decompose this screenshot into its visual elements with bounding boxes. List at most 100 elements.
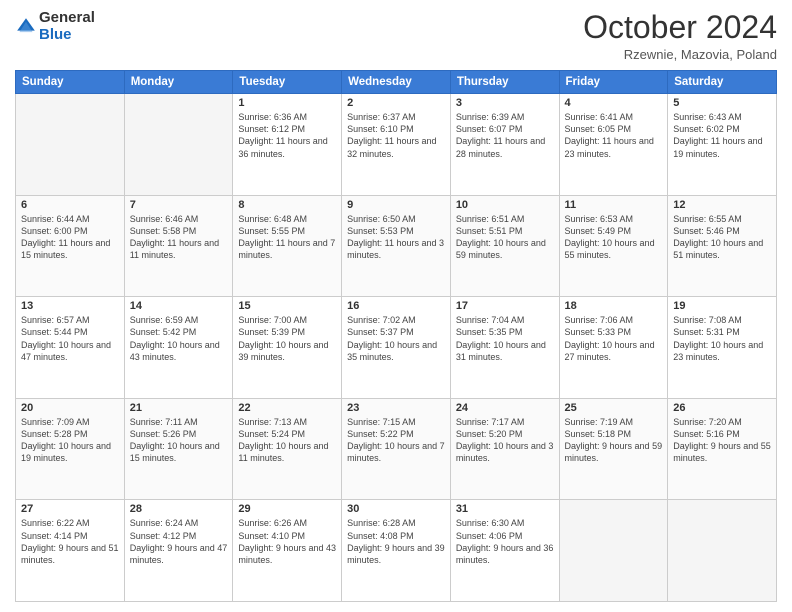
day-cell: 17 Sunrise: 7:04 AMSunset: 5:35 PMDayligh… [450,297,559,399]
day-cell: 2 Sunrise: 6:37 AMSunset: 6:10 PMDaylight… [342,94,451,196]
day-number: 3 [456,97,554,109]
day-number: 29 [238,503,336,515]
day-header-monday: Monday [124,71,233,94]
day-info: Sunrise: 6:46 AMSunset: 5:58 PMDaylight:… [130,213,228,262]
day-info: Sunrise: 6:50 AMSunset: 5:53 PMDaylight:… [347,213,445,262]
day-info: Sunrise: 6:37 AMSunset: 6:10 PMDaylight:… [347,111,445,160]
day-info: Sunrise: 6:44 AMSunset: 6:00 PMDaylight:… [21,213,119,262]
day-info: Sunrise: 6:51 AMSunset: 5:51 PMDaylight:… [456,213,554,262]
day-cell: 4Sunrise: 6:41 AMSunset: 6:05 PMDaylight… [559,94,668,196]
day-number: 27 [21,503,119,515]
day-cell: 3 Sunrise: 6:39 AMSunset: 6:07 PMDaylight… [450,94,559,196]
day-number: 19 [673,300,771,312]
day-info: Sunrise: 6:26 AMSunset: 4:10 PMDaylight:… [238,517,336,566]
day-number: 17 [456,300,554,312]
day-number: 16 [347,300,445,312]
day-info: Sunrise: 6:55 AMSunset: 5:46 PMDaylight:… [673,213,771,262]
day-number: 8 [238,199,336,211]
day-cell [16,94,125,196]
day-cell: 5Sunrise: 6:43 AMSunset: 6:02 PMDaylight… [668,94,777,196]
day-cell: 26 Sunrise: 7:20 AMSunset: 5:16 PMDayligh… [668,398,777,500]
day-info: Sunrise: 7:11 AMSunset: 5:26 PMDaylight:… [130,416,228,465]
day-info: Sunrise: 7:09 AMSunset: 5:28 PMDaylight:… [21,416,119,465]
day-info: Sunrise: 7:06 AMSunset: 5:33 PMDaylight:… [565,314,663,363]
day-cell: 18 Sunrise: 7:06 AMSunset: 5:33 PMDayligh… [559,297,668,399]
day-number: 11 [565,199,663,211]
week-row-4: 20 Sunrise: 7:09 AMSunset: 5:28 PMDayligh… [16,398,777,500]
day-cell [559,500,668,602]
day-cell: 11 Sunrise: 6:53 AMSunset: 5:49 PMDayligh… [559,195,668,297]
day-info: Sunrise: 7:04 AMSunset: 5:35 PMDaylight:… [456,314,554,363]
day-cell: 19 Sunrise: 7:08 AMSunset: 5:31 PMDayligh… [668,297,777,399]
calendar-table: SundayMondayTuesdayWednesdayThursdayFrid… [15,70,777,602]
day-cell: 25Sunrise: 7:19 AMSunset: 5:18 PMDayligh… [559,398,668,500]
day-info: Sunrise: 7:19 AMSunset: 5:18 PMDaylight:… [565,416,663,465]
day-number: 30 [347,503,445,515]
day-cell: 1Sunrise: 6:36 AMSunset: 6:12 PMDaylight… [233,94,342,196]
day-cell: 30 Sunrise: 6:28 AMSunset: 4:08 PMDayligh… [342,500,451,602]
days-header-row: SundayMondayTuesdayWednesdayThursdayFrid… [16,71,777,94]
day-info: Sunrise: 7:08 AMSunset: 5:31 PMDaylight:… [673,314,771,363]
week-row-1: 1Sunrise: 6:36 AMSunset: 6:12 PMDaylight… [16,94,777,196]
day-cell: 15Sunrise: 7:00 AMSunset: 5:39 PMDayligh… [233,297,342,399]
day-header-tuesday: Tuesday [233,71,342,94]
day-cell: 14Sunrise: 6:59 AMSunset: 5:42 PMDayligh… [124,297,233,399]
day-cell [668,500,777,602]
day-info: Sunrise: 6:48 AMSunset: 5:55 PMDaylight:… [238,213,336,262]
day-cell: 28Sunrise: 6:24 AMSunset: 4:12 PMDayligh… [124,500,233,602]
day-number: 2 [347,97,445,109]
calendar-page: General Blue October 2024 Rzewnie, Mazov… [0,0,792,612]
day-number: 28 [130,503,228,515]
day-cell: 27 Sunrise: 6:22 AMSunset: 4:14 PMDayligh… [16,500,125,602]
day-number: 26 [673,402,771,414]
logo-blue-text: Blue [39,26,72,43]
day-info: Sunrise: 7:15 AMSunset: 5:22 PMDaylight:… [347,416,445,465]
page-header: General Blue October 2024 Rzewnie, Mazov… [15,10,777,62]
day-number: 1 [238,97,336,109]
day-info: Sunrise: 6:39 AMSunset: 6:07 PMDaylight:… [456,111,554,160]
day-info: Sunrise: 7:17 AMSunset: 5:20 PMDaylight:… [456,416,554,465]
day-cell: 29 Sunrise: 6:26 AMSunset: 4:10 PMDayligh… [233,500,342,602]
day-info: Sunrise: 6:30 AMSunset: 4:06 PMDaylight:… [456,517,554,566]
day-cell: 6 Sunrise: 6:44 AMSunset: 6:00 PMDaylight… [16,195,125,297]
day-info: Sunrise: 7:02 AMSunset: 5:37 PMDaylight:… [347,314,445,363]
day-info: Sunrise: 6:59 AMSunset: 5:42 PMDaylight:… [130,314,228,363]
day-cell: 16 Sunrise: 7:02 AMSunset: 5:37 PMDayligh… [342,297,451,399]
day-number: 20 [21,402,119,414]
day-info: Sunrise: 6:22 AMSunset: 4:14 PMDaylight:… [21,517,119,566]
day-cell: 24 Sunrise: 7:17 AMSunset: 5:20 PMDayligh… [450,398,559,500]
day-number: 9 [347,199,445,211]
day-cell: 12Sunrise: 6:55 AMSunset: 5:46 PMDayligh… [668,195,777,297]
day-cell: 8 Sunrise: 6:48 AMSunset: 5:55 PMDaylight… [233,195,342,297]
day-number: 22 [238,402,336,414]
week-row-3: 13Sunrise: 6:57 AMSunset: 5:44 PMDayligh… [16,297,777,399]
day-info: Sunrise: 7:20 AMSunset: 5:16 PMDaylight:… [673,416,771,465]
day-cell: 20 Sunrise: 7:09 AMSunset: 5:28 PMDayligh… [16,398,125,500]
day-number: 18 [565,300,663,312]
day-number: 6 [21,199,119,211]
day-cell: 7Sunrise: 6:46 AMSunset: 5:58 PMDaylight… [124,195,233,297]
day-cell: 13Sunrise: 6:57 AMSunset: 5:44 PMDayligh… [16,297,125,399]
day-info: Sunrise: 6:41 AMSunset: 6:05 PMDaylight:… [565,111,663,160]
day-info: Sunrise: 6:57 AMSunset: 5:44 PMDaylight:… [21,314,119,363]
day-cell: 9 Sunrise: 6:50 AMSunset: 5:53 PMDaylight… [342,195,451,297]
day-header-saturday: Saturday [668,71,777,94]
day-info: Sunrise: 6:28 AMSunset: 4:08 PMDaylight:… [347,517,445,566]
day-header-thursday: Thursday [450,71,559,94]
day-cell: 23Sunrise: 7:15 AMSunset: 5:22 PMDayligh… [342,398,451,500]
location-subtitle: Rzewnie, Mazovia, Poland [583,47,777,62]
day-cell: 22Sunrise: 7:13 AMSunset: 5:24 PMDayligh… [233,398,342,500]
week-row-2: 6 Sunrise: 6:44 AMSunset: 6:00 PMDaylight… [16,195,777,297]
day-cell: 10 Sunrise: 6:51 AMSunset: 5:51 PMDayligh… [450,195,559,297]
month-year-title: October 2024 [583,10,777,45]
day-number: 10 [456,199,554,211]
day-info: Sunrise: 6:53 AMSunset: 5:49 PMDaylight:… [565,213,663,262]
title-block: October 2024 Rzewnie, Mazovia, Poland [583,10,777,62]
day-header-friday: Friday [559,71,668,94]
day-cell [124,94,233,196]
logo: General Blue [15,10,95,43]
day-number: 21 [130,402,228,414]
day-cell: 31 Sunrise: 6:30 AMSunset: 4:06 PMDayligh… [450,500,559,602]
day-number: 24 [456,402,554,414]
day-number: 31 [456,503,554,515]
